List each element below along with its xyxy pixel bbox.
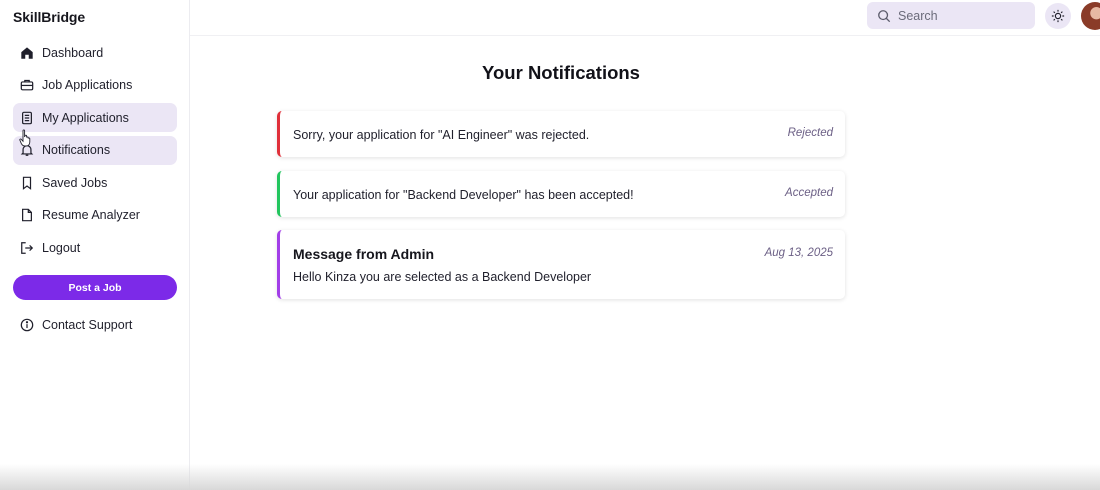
search-icon: [877, 9, 891, 23]
page-title: Your Notifications: [482, 62, 640, 83]
sidebar-item-label: My Applications: [42, 110, 129, 125]
sidebar-item-notifications[interactable]: Notifications: [13, 135, 177, 165]
notification-heading: Message from Admin: [293, 246, 435, 262]
sidebar-item-label: Logout: [42, 240, 81, 255]
sidebar-item-logout[interactable]: Logout: [13, 233, 177, 262]
bookmark-icon: [20, 176, 34, 190]
info-icon: [20, 318, 34, 332]
sidebar-item-saved-jobs[interactable]: Saved Jobs: [13, 168, 177, 197]
search-input[interactable]: [898, 8, 1018, 23]
contact-support-label: Contact Support: [42, 318, 133, 332]
post-job-button[interactable]: Post a Job: [13, 275, 177, 300]
search-box[interactable]: [867, 2, 1035, 29]
sidebar-item-label: Saved Jobs: [42, 175, 108, 190]
notification-card-admin-message[interactable]: Message from Admin Aug 13, 2025 Hello Ki…: [277, 230, 845, 299]
status-badge: Accepted: [785, 187, 833, 199]
top-bar: [190, 0, 1100, 36]
bottom-scroll-shadow: [0, 464, 1100, 490]
notification-card-accepted[interactable]: Your application for "Backend Developer"…: [277, 171, 845, 217]
logout-icon: [20, 241, 34, 255]
notification-date: Aug 13, 2025: [764, 247, 833, 259]
home-icon: [20, 46, 34, 60]
sidebar-item-my-applications[interactable]: My Applications: [13, 103, 177, 132]
sidebar-item-label: Notifications: [42, 143, 111, 157]
sidebar-item-label: Dashboard: [42, 45, 104, 60]
notification-text: Your application for "Backend Developer"…: [293, 188, 634, 202]
avatar[interactable]: [1081, 2, 1100, 30]
sidebar-item-resume-analyzer[interactable]: Resume Analyzer: [13, 201, 177, 230]
status-badge: Rejected: [787, 127, 833, 139]
sun-icon: [1051, 9, 1065, 23]
clipboard-icon: [20, 111, 34, 125]
brand-logo-text[interactable]: SkillBridge: [13, 9, 85, 25]
notification-text: Sorry, your application for "AI Engineer…: [293, 128, 590, 142]
theme-toggle-button[interactable]: [1045, 3, 1071, 29]
contact-support-link[interactable]: Contact Support: [20, 318, 132, 332]
hand-cursor-icon: [19, 129, 31, 147]
sidebar-item-label: Resume Analyzer: [42, 208, 140, 222]
file-icon: [20, 208, 34, 222]
notification-card-rejected[interactable]: Sorry, your application for "AI Engineer…: [277, 111, 845, 157]
notification-text: Hello Kinza you are selected as a Backen…: [293, 270, 592, 284]
